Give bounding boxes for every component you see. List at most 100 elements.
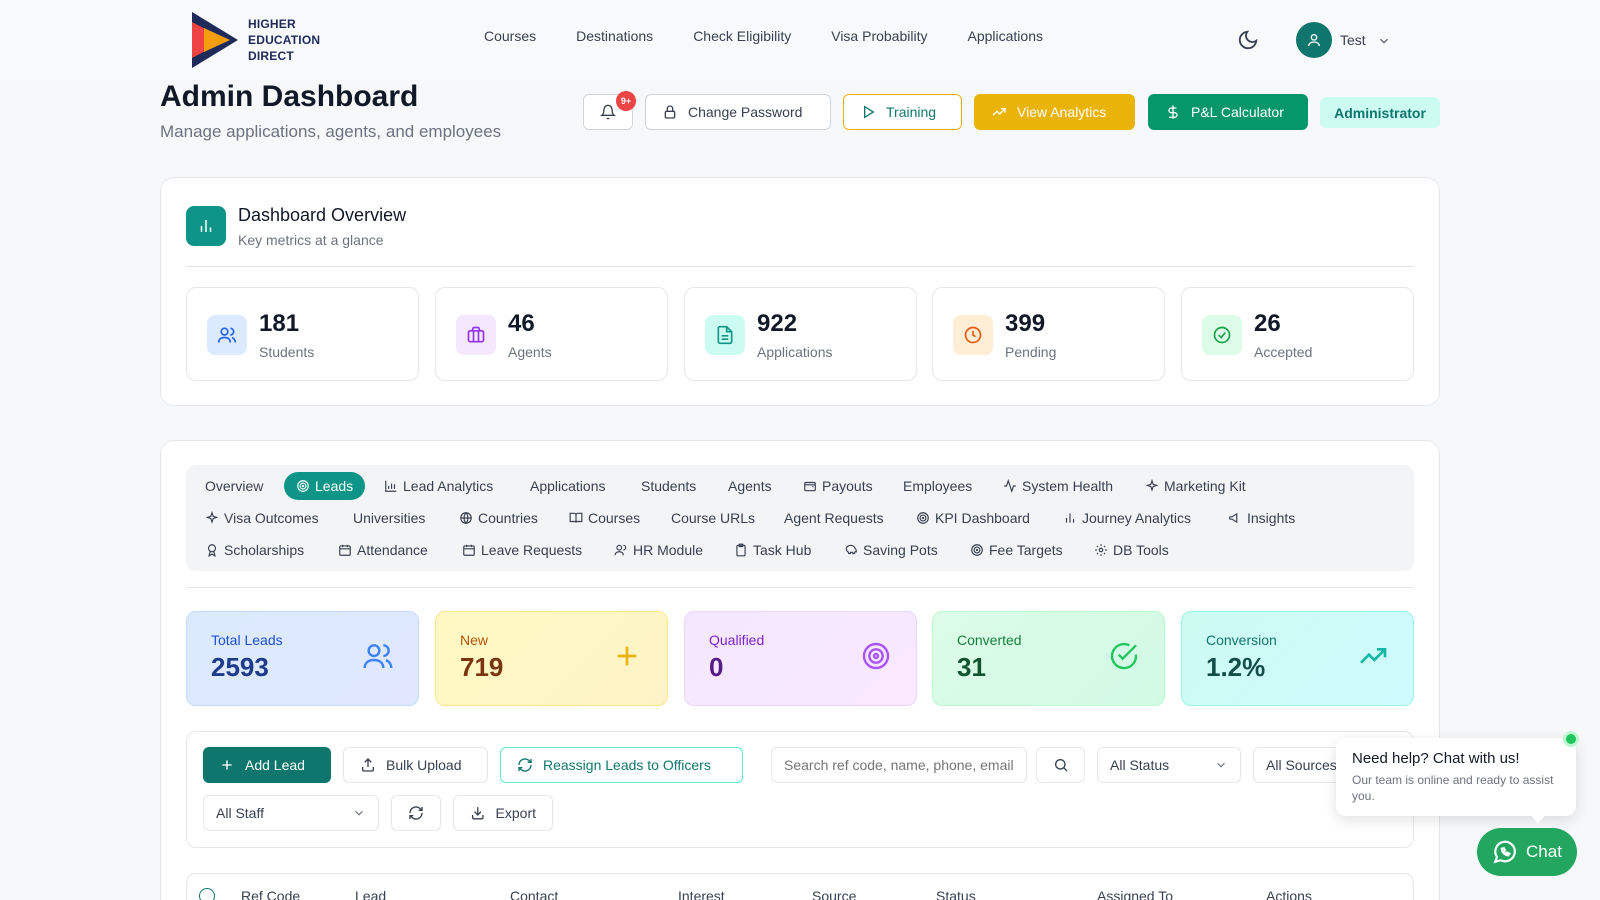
tab-countries[interactable]: Countries bbox=[459, 504, 538, 532]
tab-saving-pots[interactable]: Saving Pots bbox=[844, 536, 938, 564]
bar-chart-icon bbox=[385, 480, 397, 492]
sparkles-icon bbox=[205, 511, 219, 524]
nav-destinations[interactable]: Destinations bbox=[556, 28, 673, 44]
globe-icon bbox=[460, 512, 472, 524]
lead-stat-value: 1.2% bbox=[1206, 652, 1266, 682]
source-filter-value: All Sources bbox=[1266, 757, 1337, 773]
trending-up-icon bbox=[992, 108, 1006, 116]
leads-table-header: Ref Code Lead Contact Interest Source St… bbox=[186, 873, 1414, 900]
status-filter-select[interactable]: All Status bbox=[1097, 747, 1241, 783]
col-actions: Actions bbox=[1266, 888, 1312, 900]
export-button[interactable]: Export bbox=[453, 795, 553, 831]
lead-stat-value: 0 bbox=[709, 652, 724, 682]
tab-journey-analytics[interactable]: Journey Analytics bbox=[1063, 504, 1191, 532]
tab-payouts[interactable]: Payouts bbox=[803, 472, 873, 500]
target-icon bbox=[917, 512, 929, 524]
change-password-button[interactable]: Change Password bbox=[645, 94, 831, 130]
reassign-leads-label: Reassign Leads to Officers bbox=[543, 757, 711, 773]
col-assigned-to[interactable]: Assigned To bbox=[1097, 888, 1173, 900]
lead-stat-label: Converted bbox=[957, 632, 1022, 648]
tab-marketing-kit[interactable]: Marketing Kit bbox=[1145, 472, 1246, 500]
chat-button[interactable]: Chat bbox=[1477, 828, 1577, 876]
stat-card-agents[interactable]: 46 Agents bbox=[435, 287, 668, 381]
stat-label: Accepted bbox=[1254, 344, 1313, 360]
stat-card-applications[interactable]: 922 Applications bbox=[684, 287, 917, 381]
tab-applications[interactable]: Applications bbox=[530, 472, 606, 500]
training-label: Training bbox=[886, 104, 937, 120]
staff-filter-select[interactable]: All Staff bbox=[203, 795, 379, 831]
col-status[interactable]: Status bbox=[936, 888, 976, 900]
tab-insights[interactable]: Insights bbox=[1228, 504, 1295, 532]
stat-card-students[interactable]: 181 Students bbox=[186, 287, 419, 381]
bulk-upload-button[interactable]: Bulk Upload bbox=[343, 747, 488, 783]
moon-icon[interactable] bbox=[1237, 29, 1259, 51]
tab-leave-requests[interactable]: Leave Requests bbox=[462, 536, 582, 564]
user-avatar[interactable] bbox=[1296, 22, 1332, 58]
tab-universities[interactable]: Universities bbox=[353, 504, 425, 532]
plus-icon bbox=[222, 760, 232, 770]
download-icon bbox=[471, 807, 484, 820]
target-icon bbox=[860, 640, 892, 672]
tab-agents[interactable]: Agents bbox=[728, 472, 772, 500]
tab-task-hub[interactable]: Task Hub bbox=[734, 536, 811, 564]
col-source[interactable]: Source bbox=[812, 888, 856, 900]
tab-lead-analytics[interactable]: Lead Analytics bbox=[384, 472, 493, 500]
tab-employees[interactable]: Employees bbox=[903, 472, 972, 500]
nav-visa-probability[interactable]: Visa Probability bbox=[811, 28, 947, 44]
online-status-dot bbox=[1563, 731, 1579, 747]
tab-visa-outcomes[interactable]: Visa Outcomes bbox=[205, 504, 319, 532]
tab-fee-targets[interactable]: Fee Targets bbox=[970, 536, 1063, 564]
activity-icon bbox=[1004, 479, 1016, 493]
user-name[interactable]: Test bbox=[1340, 32, 1366, 48]
stat-card-accepted[interactable]: 26 Accepted bbox=[1181, 287, 1414, 381]
page-subtitle: Manage applications, agents, and employe… bbox=[160, 122, 502, 141]
tab-bar: Overview Leads Lead Analytics Applicatio… bbox=[186, 465, 1414, 571]
tab-attendance[interactable]: Attendance bbox=[338, 536, 428, 564]
col-interest[interactable]: Interest bbox=[678, 888, 725, 900]
bulk-upload-label: Bulk Upload bbox=[386, 757, 462, 773]
overview-subtitle: Key metrics at a glance bbox=[238, 232, 384, 248]
tab-hr-module[interactable]: HR Module bbox=[614, 536, 703, 564]
sparkles-icon bbox=[1145, 479, 1159, 492]
source-filter-select[interactable]: All Sources bbox=[1253, 747, 1343, 783]
col-lead[interactable]: Lead bbox=[355, 888, 386, 900]
search-button[interactable] bbox=[1036, 747, 1085, 783]
nav-check-eligibility[interactable]: Check Eligibility bbox=[673, 28, 811, 44]
stat-label: Students bbox=[259, 344, 315, 360]
check-circle-icon bbox=[1108, 640, 1140, 672]
refresh-button[interactable] bbox=[391, 795, 441, 831]
chevron-down-icon[interactable] bbox=[1377, 34, 1391, 48]
col-ref-code[interactable]: Ref Code bbox=[241, 888, 300, 900]
status-filter-value: All Status bbox=[1110, 757, 1170, 773]
nav-applications[interactable]: Applications bbox=[947, 28, 1063, 44]
tab-students[interactable]: Students bbox=[641, 472, 696, 500]
nav-courses[interactable]: Courses bbox=[464, 28, 556, 44]
chat-popup[interactable]: Need help? Chat with us! Our team is onl… bbox=[1336, 738, 1576, 824]
tab-courses[interactable]: Courses bbox=[569, 504, 640, 532]
tab-course-urls[interactable]: Course URLs bbox=[671, 504, 755, 532]
page-title: Admin Dashboard bbox=[160, 80, 419, 113]
role-badge: Administrator bbox=[1320, 97, 1440, 128]
calendar-icon bbox=[339, 544, 351, 556]
tab-leads[interactable]: Leads bbox=[284, 472, 366, 500]
brand-logo[interactable]: HIGHER EDUCATION DIRECT bbox=[190, 12, 320, 68]
tab-overview[interactable]: Overview bbox=[205, 472, 263, 500]
tab-kpi-dashboard[interactable]: KPI Dashboard bbox=[916, 504, 1030, 532]
tab-scholarships[interactable]: Scholarships bbox=[205, 536, 304, 564]
reassign-leads-button[interactable]: Reassign Leads to Officers bbox=[500, 747, 743, 783]
col-contact[interactable]: Contact bbox=[510, 888, 558, 900]
brand-line1: HIGHER bbox=[248, 17, 296, 31]
award-icon bbox=[207, 544, 217, 557]
search-input[interactable] bbox=[771, 747, 1027, 783]
pl-calculator-button[interactable]: P&L Calculator bbox=[1148, 94, 1308, 130]
view-analytics-button[interactable]: View Analytics bbox=[974, 94, 1135, 130]
stat-card-pending[interactable]: 399 Pending bbox=[932, 287, 1165, 381]
add-lead-button[interactable]: Add Lead bbox=[203, 747, 331, 783]
logo-icon bbox=[192, 12, 238, 68]
tab-system-health[interactable]: System Health bbox=[1003, 472, 1113, 500]
select-all-checkbox[interactable] bbox=[199, 888, 215, 900]
tab-agent-requests[interactable]: Agent Requests bbox=[784, 504, 884, 532]
lead-stat-label: Total Leads bbox=[211, 632, 283, 648]
training-button[interactable]: Training bbox=[843, 94, 962, 130]
tab-db-tools[interactable]: DB Tools bbox=[1094, 536, 1169, 564]
